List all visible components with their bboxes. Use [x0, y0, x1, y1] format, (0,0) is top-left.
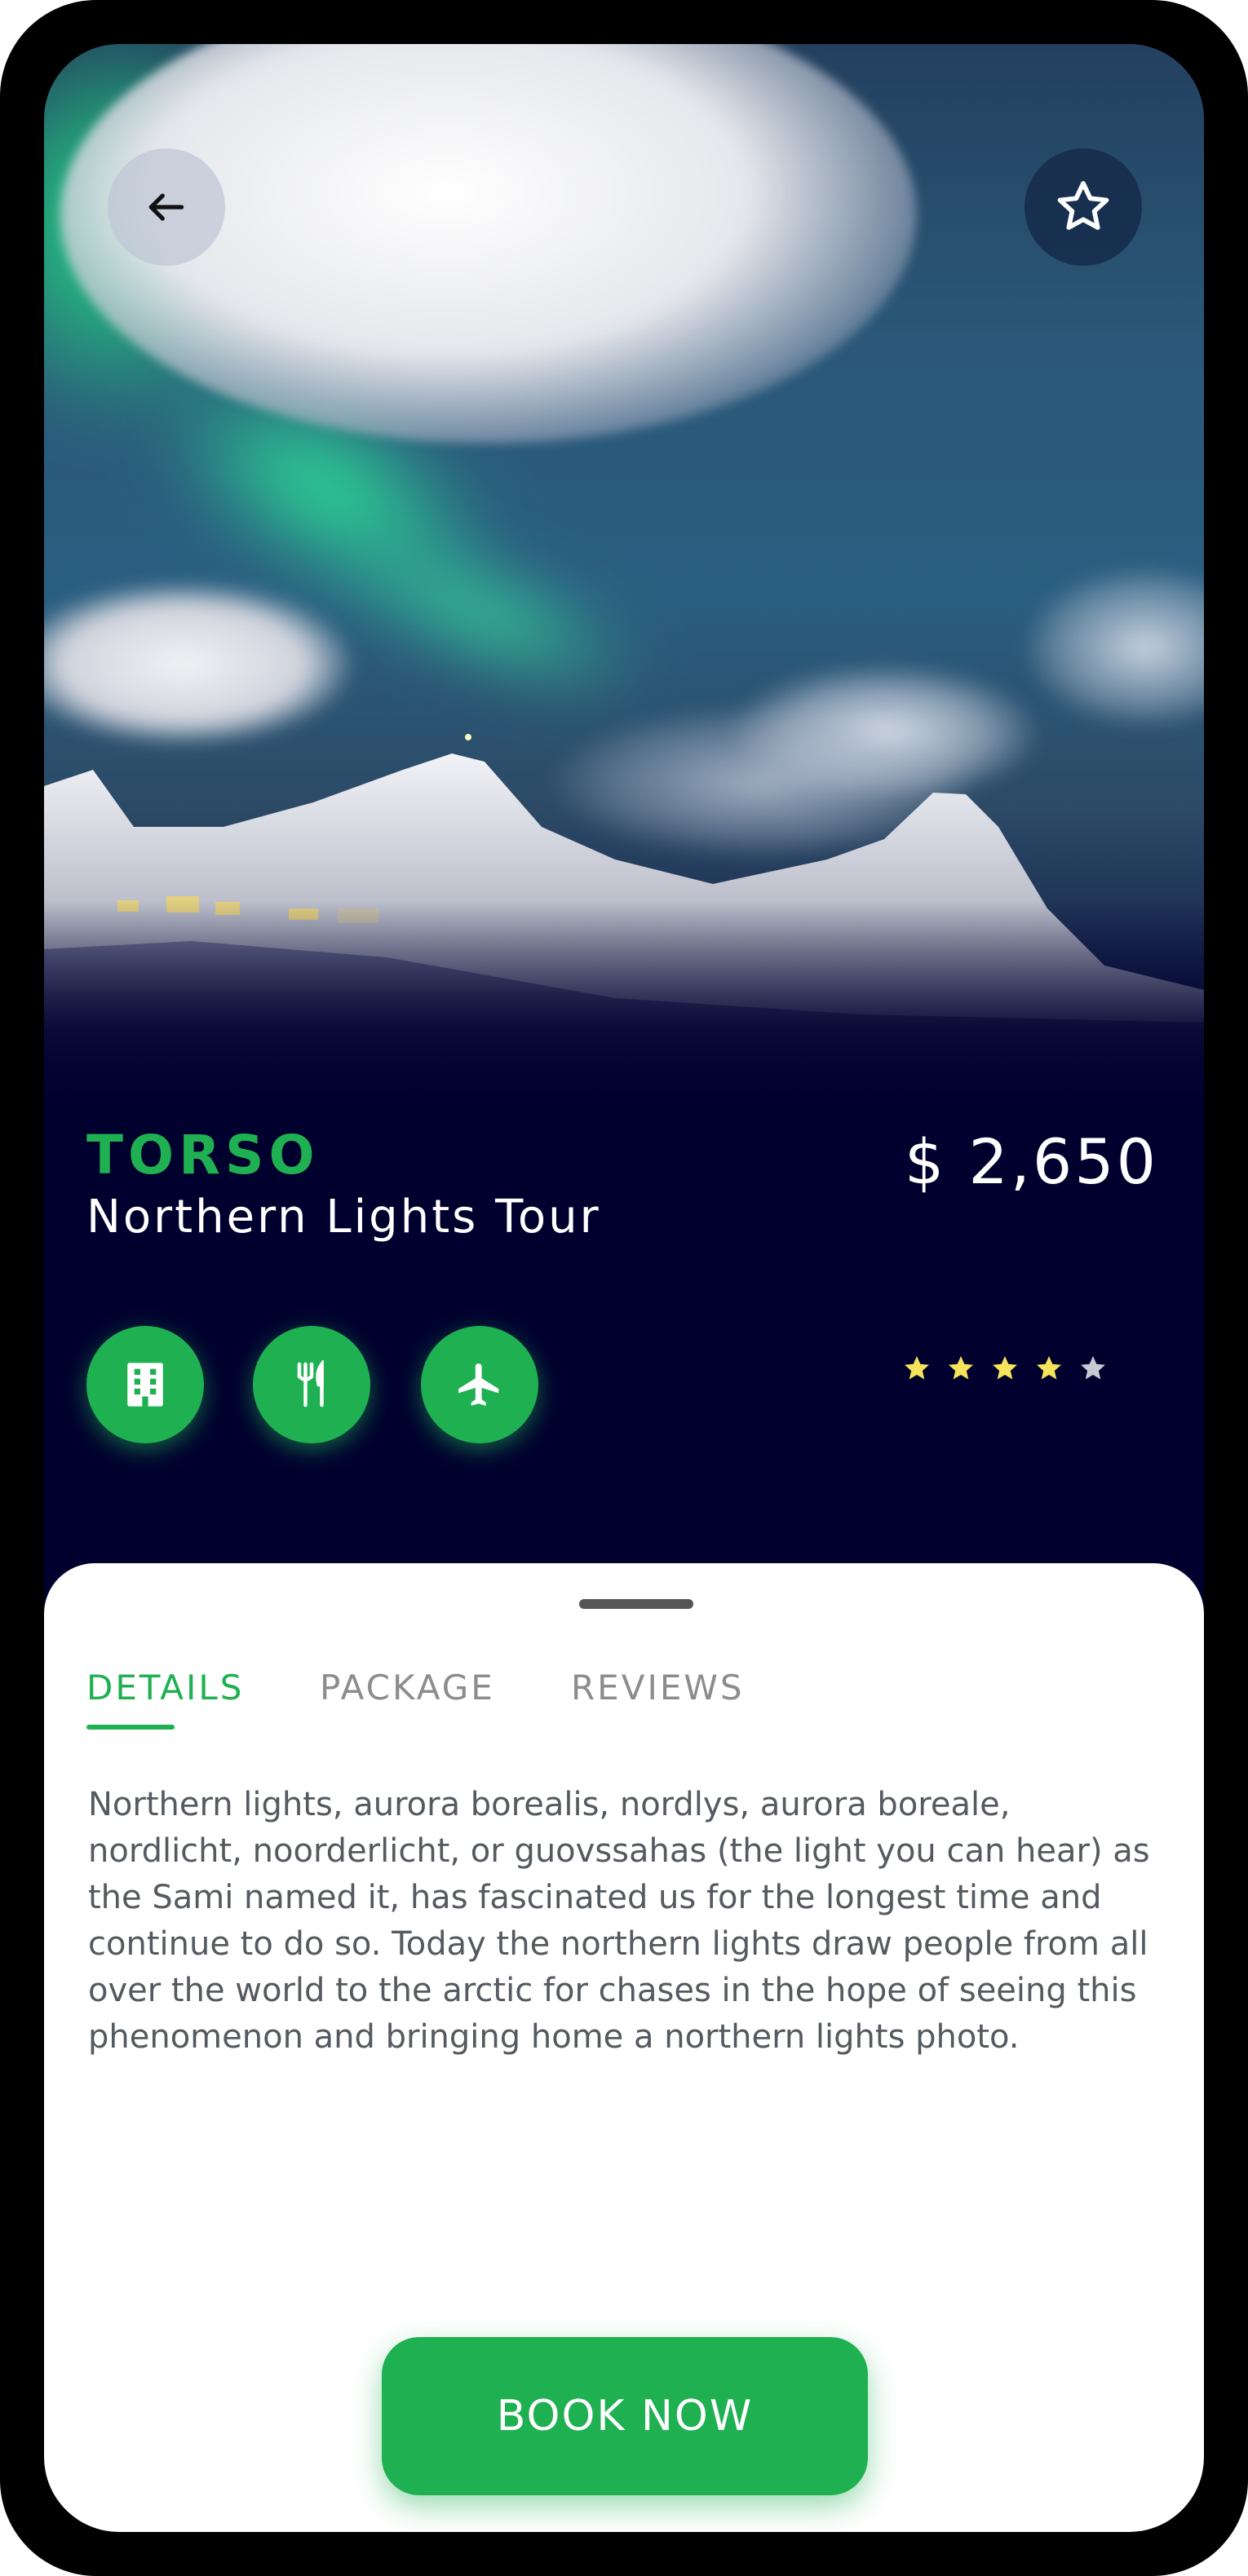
drag-handle[interactable] — [579, 1599, 693, 1609]
favorite-button[interactable] — [1025, 148, 1142, 266]
book-now-button[interactable]: BOOK NOW — [382, 2337, 868, 2495]
phone-frame: TORSO Northern Lights Tour $ 2,650 DETAI… — [0, 0, 1248, 2576]
app-screen: TORSO Northern Lights Tour $ 2,650 DETAI… — [44, 44, 1204, 2532]
details-sheet: DETAILS PACKAGE REVIEWS Northern lights,… — [44, 1563, 1204, 2532]
tab-details[interactable]: DETAILS — [86, 1668, 244, 1708]
active-tab-indicator — [86, 1725, 175, 1730]
amenity-hotel[interactable] — [86, 1326, 204, 1443]
tab-reviews[interactable]: REVIEWS — [571, 1668, 745, 1708]
star-outline-icon — [1057, 181, 1109, 230]
tour-price: $ 2,650 — [904, 1125, 1158, 1198]
star-filled-icon — [993, 1356, 1017, 1380]
tour-description: Northern lights, aurora borealis, nordly… — [88, 1786, 1150, 2056]
star-empty-icon — [1081, 1356, 1105, 1380]
tab-package[interactable]: PACKAGE — [320, 1668, 495, 1708]
tour-name: Northern Lights Tour — [86, 1191, 601, 1244]
hero-fade — [44, 900, 1204, 1104]
back-button[interactable] — [108, 148, 225, 266]
tour-brand: TORSO — [86, 1124, 320, 1186]
hotel-building-icon — [127, 1363, 163, 1407]
star-filled-icon — [949, 1356, 973, 1380]
star-filled-icon — [905, 1356, 929, 1380]
amenity-food[interactable] — [253, 1326, 370, 1443]
rating-stars — [902, 1354, 1108, 1383]
arrow-left-icon — [148, 193, 184, 221]
star-filled-icon — [1037, 1356, 1061, 1380]
amenity-flight[interactable] — [421, 1326, 538, 1443]
fork-knife-icon — [297, 1360, 324, 1407]
airplane-icon — [458, 1363, 499, 1406]
